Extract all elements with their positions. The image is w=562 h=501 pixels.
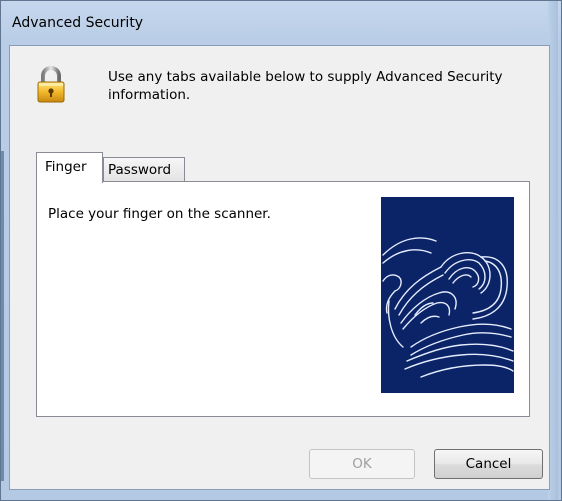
fingerprint-scanner-image — [381, 197, 514, 393]
dialog-client-area: Use any tabs available below to supply A… — [9, 45, 550, 490]
instructions-text: Use any tabs available below to supply A… — [108, 69, 503, 103]
tab-finger[interactable]: Finger — [36, 152, 103, 183]
tab-password[interactable]: Password — [103, 157, 185, 183]
title-bar[interactable]: Advanced Security — [1, 1, 561, 45]
finger-instruction: Place your finger on the scanner. — [48, 206, 271, 222]
window-title: Advanced Security — [12, 15, 144, 31]
advanced-security-dialog: Advanced Security Use any tabs available… — [0, 0, 562, 501]
finger-tab-panel: Place your finger on the scanner. — [36, 181, 530, 417]
padlock-icon — [36, 66, 66, 104]
ok-button[interactable]: OK — [309, 449, 415, 479]
cancel-button[interactable]: Cancel — [434, 449, 543, 479]
window-left-edge — [1, 151, 4, 481]
